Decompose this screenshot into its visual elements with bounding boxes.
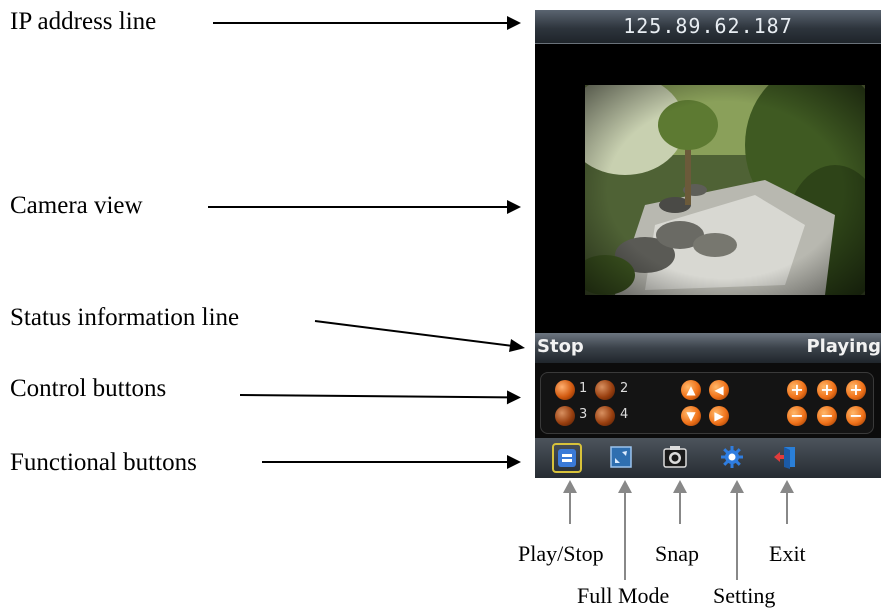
setting-gear-icon <box>721 446 743 468</box>
right-arrow-icon[interactable]: ▶ <box>709 406 729 426</box>
preset-4-label: 4 <box>620 407 629 422</box>
play-stop-icon <box>558 449 576 467</box>
full-mode-icon <box>610 446 632 468</box>
preset-2-label: 2 <box>620 381 629 396</box>
snap-label: Snap <box>655 541 699 566</box>
exit-arrow <box>780 480 794 524</box>
ip-address-bar: 125.89.62.187 <box>535 10 881 44</box>
plus-icon[interactable]: + <box>787 380 807 400</box>
camera-view-label: Camera view <box>10 192 143 219</box>
preset-1-label: 1 <box>579 381 588 396</box>
camera-view[interactable] <box>585 85 865 295</box>
play-stop-label: Play/Stop <box>518 541 604 566</box>
left-arrow-icon[interactable]: ◀ <box>709 380 729 400</box>
setting-button[interactable] <box>718 443 746 471</box>
ip-address-text: 125.89.62.187 <box>623 14 793 38</box>
minus-icon[interactable]: − <box>846 406 866 426</box>
setting-arrow <box>730 480 744 580</box>
camera-feed-image <box>585 85 865 295</box>
plus-icon[interactable]: + <box>846 380 866 400</box>
status-info-arrow <box>314 320 525 352</box>
status-information-line-label: Status information line <box>10 304 240 331</box>
preset-2-button[interactable] <box>595 380 615 400</box>
play-stop-button[interactable] <box>552 443 582 473</box>
snap-arrow <box>673 480 687 524</box>
minus-icon[interactable]: − <box>817 406 837 426</box>
ip-address-arrow <box>213 16 521 30</box>
preset-3-label: 3 <box>579 407 588 422</box>
full-mode-button[interactable] <box>607 443 635 471</box>
exit-icon <box>774 447 795 469</box>
preset-4-button[interactable] <box>595 406 615 426</box>
ip-address-line-label: IP address line <box>10 8 157 35</box>
control-buttons-area: 1 2 3 4 ▲ ◀ ▼ ▶ + + + − − − <box>535 363 881 438</box>
exit-label: Exit <box>769 541 806 566</box>
play-stop-arrow <box>563 480 577 524</box>
functional-buttons-label: Functional buttons <box>10 449 197 476</box>
minus-icon[interactable]: − <box>787 406 807 426</box>
status-information-bar: Stop Playing <box>535 333 881 363</box>
status-playing-text: Playing <box>806 336 881 357</box>
control-panel: 1 2 3 4 ▲ ◀ ▼ ▶ + + + − − − <box>540 372 874 434</box>
functional-buttons-arrow <box>262 455 521 469</box>
mobile-camera-app: 125.89.62.187 Stop Playing 1 2 3 4 ▲ ◀ ▼… <box>535 10 881 478</box>
plus-icon[interactable]: + <box>817 380 837 400</box>
snap-button[interactable] <box>661 443 689 471</box>
preset-1-button[interactable] <box>555 380 575 400</box>
up-arrow-icon[interactable]: ▲ <box>681 380 701 400</box>
down-arrow-icon[interactable]: ▼ <box>681 406 701 426</box>
status-stop-text: Stop <box>537 336 584 357</box>
snap-icon <box>663 446 687 468</box>
control-buttons-arrow <box>239 394 519 399</box>
control-buttons-label: Control buttons <box>10 375 167 402</box>
functional-buttons-bar <box>535 438 881 478</box>
exit-button[interactable] <box>771 443 799 471</box>
camera-view-arrow <box>208 200 521 214</box>
full-mode-arrow <box>618 480 632 580</box>
setting-label: Setting <box>713 583 776 608</box>
full-mode-label: Full Mode <box>577 583 670 608</box>
preset-3-button[interactable] <box>555 406 575 426</box>
